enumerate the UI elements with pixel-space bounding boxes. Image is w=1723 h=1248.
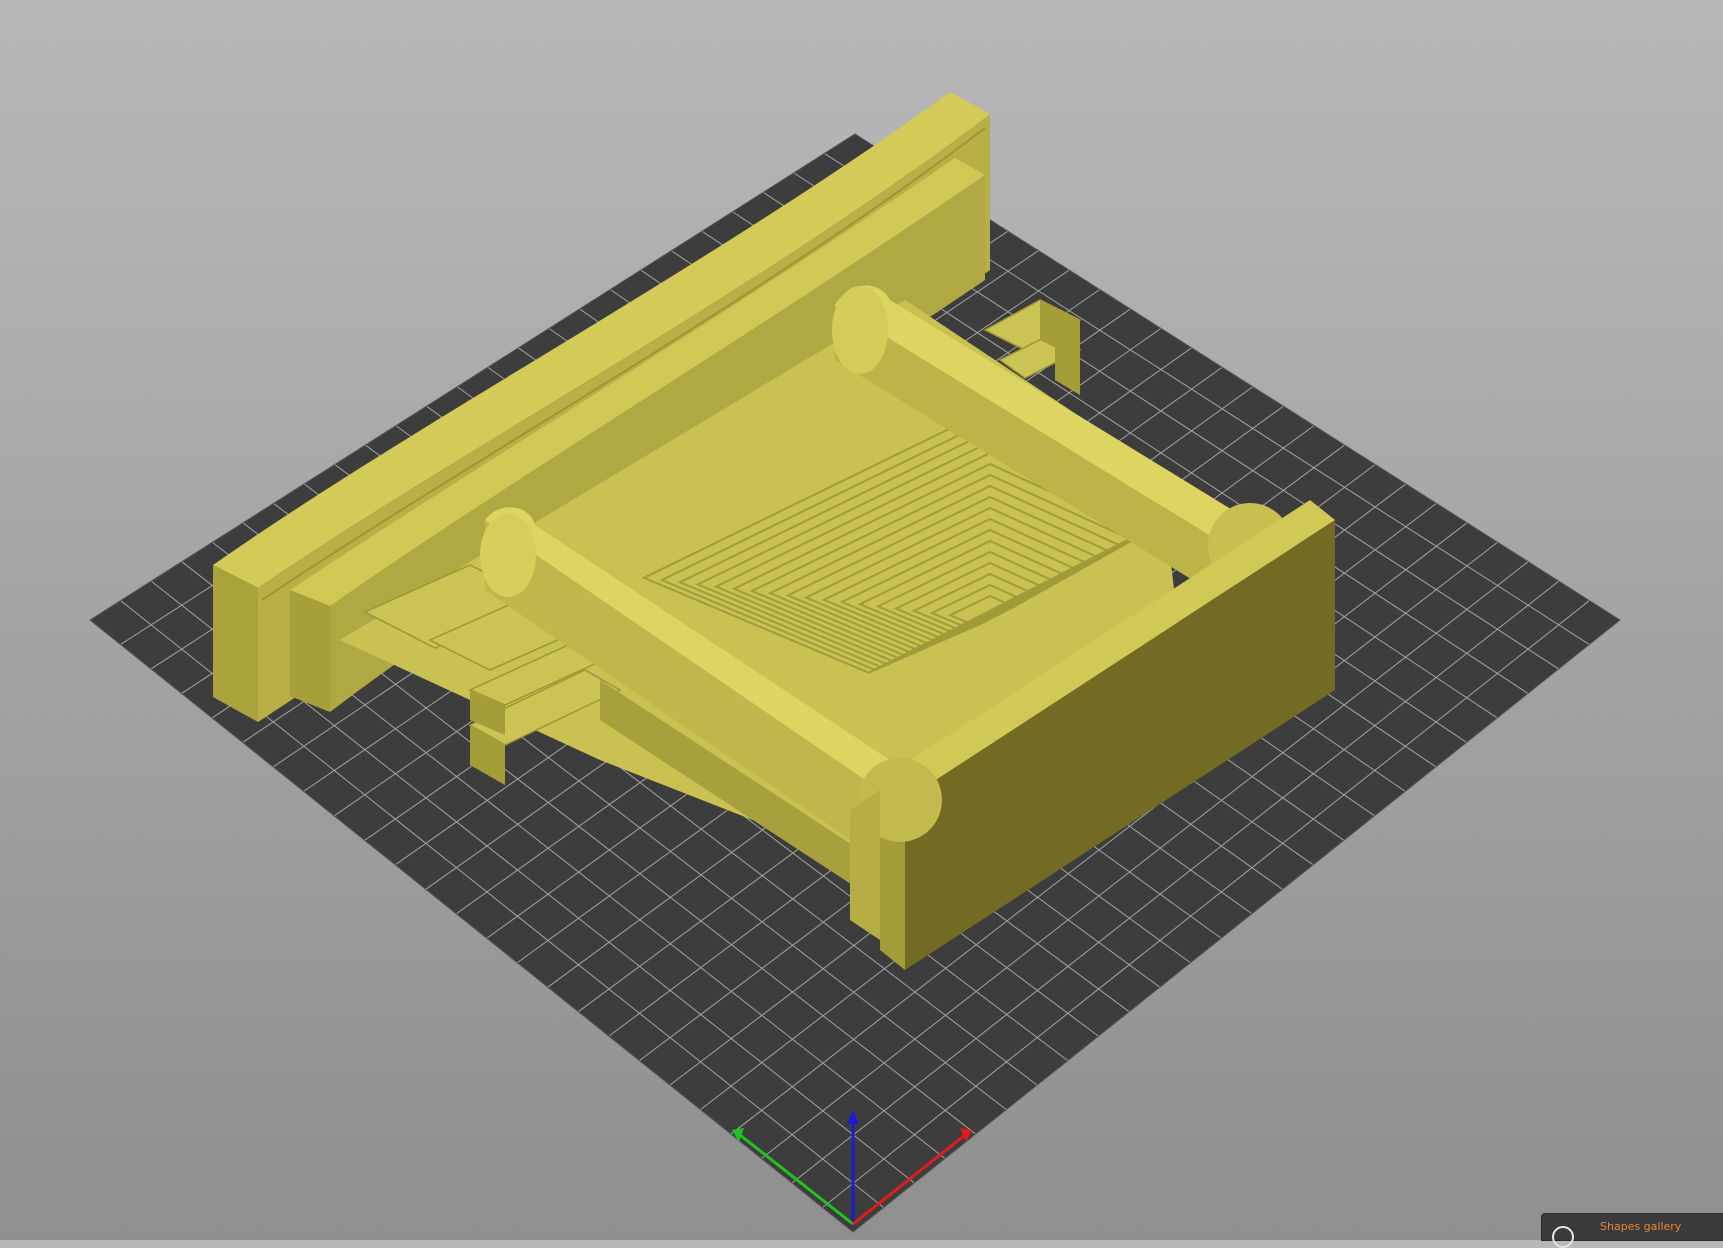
- shapes-gallery-tab[interactable]: Shapes gallery: [1542, 1214, 1723, 1248]
- 3d-viewport[interactable]: [0, 0, 1723, 1240]
- shapes-gallery-icon: [1552, 1226, 1574, 1248]
- shapes-gallery-label: Shapes gallery: [1600, 1220, 1682, 1233]
- scene[interactable]: [0, 0, 1723, 1240]
